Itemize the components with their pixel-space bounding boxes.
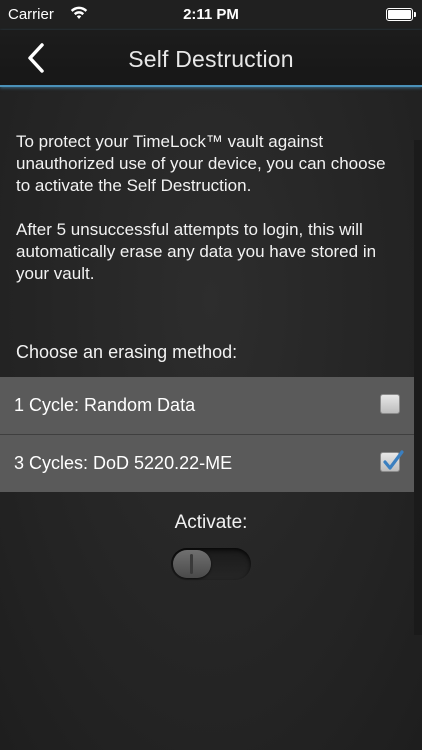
status-time: 2:11 PM [183,6,239,23]
option-row-dod[interactable]: 3 Cycles: DoD 5220.22-ME [0,435,414,492]
option-label: 1 Cycle: Random Data [14,395,196,415]
screen-background [0,0,422,750]
activate-label: Activate: [174,512,248,533]
status-bar: Carrier 2:11 PM [0,0,422,30]
battery-icon [386,8,413,21]
description-paragraph-2: After 5 unsuccessful attempts to login, … [16,220,377,283]
option-row-random-data[interactable]: 1 Cycle: Random Data [0,377,414,435]
toggle-knob[interactable] [173,550,211,578]
checkbox-random-data[interactable] [380,394,400,414]
navigation-bar: Self Destruction [0,30,422,87]
description-paragraph-1: To protect your TimeLock™ vault against … [16,132,386,195]
activate-toggle[interactable] [171,548,251,580]
scroll-indicator[interactable] [414,140,422,635]
knob-grip [190,554,193,574]
option-label: 3 Cycles: DoD 5220.22-ME [14,453,233,473]
battery-tip [414,12,416,17]
checkbox-dod[interactable] [380,450,404,472]
erasing-method-heading: Choose an erasing method: [16,342,238,362]
checkmark-icon [383,450,404,470]
page-title: Self Destruction [128,46,294,72]
battery-fill [388,10,411,19]
